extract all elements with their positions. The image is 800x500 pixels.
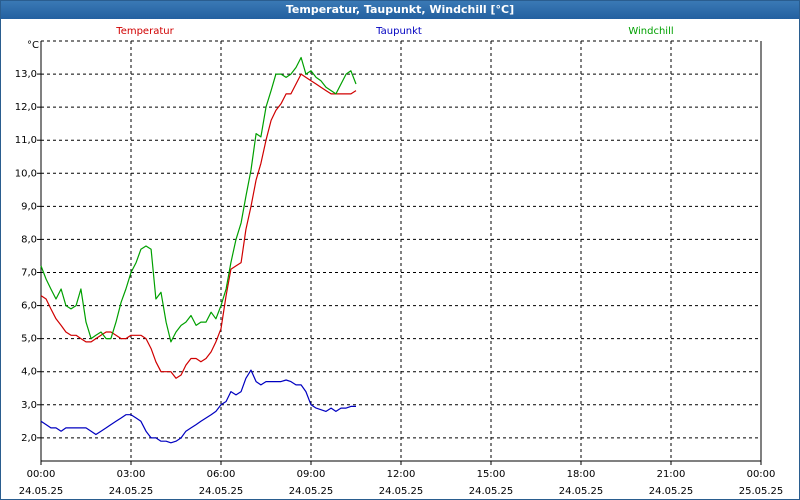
y-tick-label: 12,0 bbox=[15, 102, 37, 113]
x-tick-date: 24.05.25 bbox=[379, 486, 424, 497]
y-tick-label: 13,0 bbox=[15, 69, 37, 80]
y-tick-label: 5,0 bbox=[21, 334, 37, 345]
series-lines bbox=[40, 56, 357, 444]
x-tick-time: 03:00 bbox=[117, 469, 146, 480]
x-tick-time: 09:00 bbox=[297, 469, 326, 480]
x-tick-time: 12:00 bbox=[387, 469, 416, 480]
x-tick-date: 24.05.25 bbox=[19, 486, 64, 497]
legend-windchill: Windchill bbox=[628, 26, 673, 37]
x-tick-date: 24.05.25 bbox=[289, 486, 334, 497]
y-axis-unit-label: °C bbox=[27, 40, 39, 51]
legend: Temperatur Taupunkt Windchill bbox=[115, 26, 673, 37]
x-tick-date: 24.05.25 bbox=[199, 486, 244, 497]
x-tick-time: 06:00 bbox=[207, 469, 236, 480]
legend-temperatur: Temperatur bbox=[115, 26, 174, 37]
y-tick-label: 3,0 bbox=[21, 400, 37, 411]
chart-window: Temperatur, Taupunkt, Windchill [°C] 2,0… bbox=[0, 0, 800, 500]
x-tick-time: 18:00 bbox=[567, 469, 596, 480]
series-line-windchill bbox=[40, 56, 357, 343]
y-tick-label: 6,0 bbox=[21, 301, 37, 312]
y-tick-label: 2,0 bbox=[21, 433, 37, 444]
x-tick-time: 00:00 bbox=[747, 469, 776, 480]
axes bbox=[37, 40, 762, 465]
line-chart: 2,0 3,0 4,0 5,0 6,0 7,0 8,0 9,0 10,0 11,0 12,0 13,0… bbox=[15, 26, 784, 497]
x-tick-date: 24.05.25 bbox=[109, 486, 154, 497]
y-tick-label: 4,0 bbox=[21, 367, 37, 378]
x-tick-date: 24.05.25 bbox=[649, 486, 694, 497]
y-tick-label: 9,0 bbox=[21, 201, 37, 212]
x-tick-labels: 00:00 24.05.25 03:00 24.05.25 06:00 24.05.25 0… bbox=[19, 469, 784, 497]
y-tick-label: 10,0 bbox=[15, 168, 37, 179]
legend-taupunkt: Taupunkt bbox=[375, 26, 422, 37]
y-tick-labels: 2,0 3,0 4,0 5,0 6,0 7,0 8,0 9,0 10,0 11,0 12,0 13,0… bbox=[15, 40, 39, 444]
x-tick-time: 15:00 bbox=[477, 469, 506, 480]
x-tick-date: 24.05.25 bbox=[469, 486, 514, 497]
y-tick-label: 11,0 bbox=[15, 135, 37, 146]
y-tick-label: 8,0 bbox=[21, 234, 37, 245]
series-line-temperatur bbox=[40, 73, 357, 379]
x-tick-time: 21:00 bbox=[657, 469, 686, 480]
y-tick-label: 7,0 bbox=[21, 267, 37, 278]
x-tick-time: 00:00 bbox=[27, 469, 56, 480]
series-line-taupunkt bbox=[40, 369, 356, 444]
x-tick-date: 24.05.25 bbox=[559, 486, 604, 497]
x-tick-date: 25.05.25 bbox=[739, 486, 784, 497]
grid-lines bbox=[41, 41, 761, 461]
